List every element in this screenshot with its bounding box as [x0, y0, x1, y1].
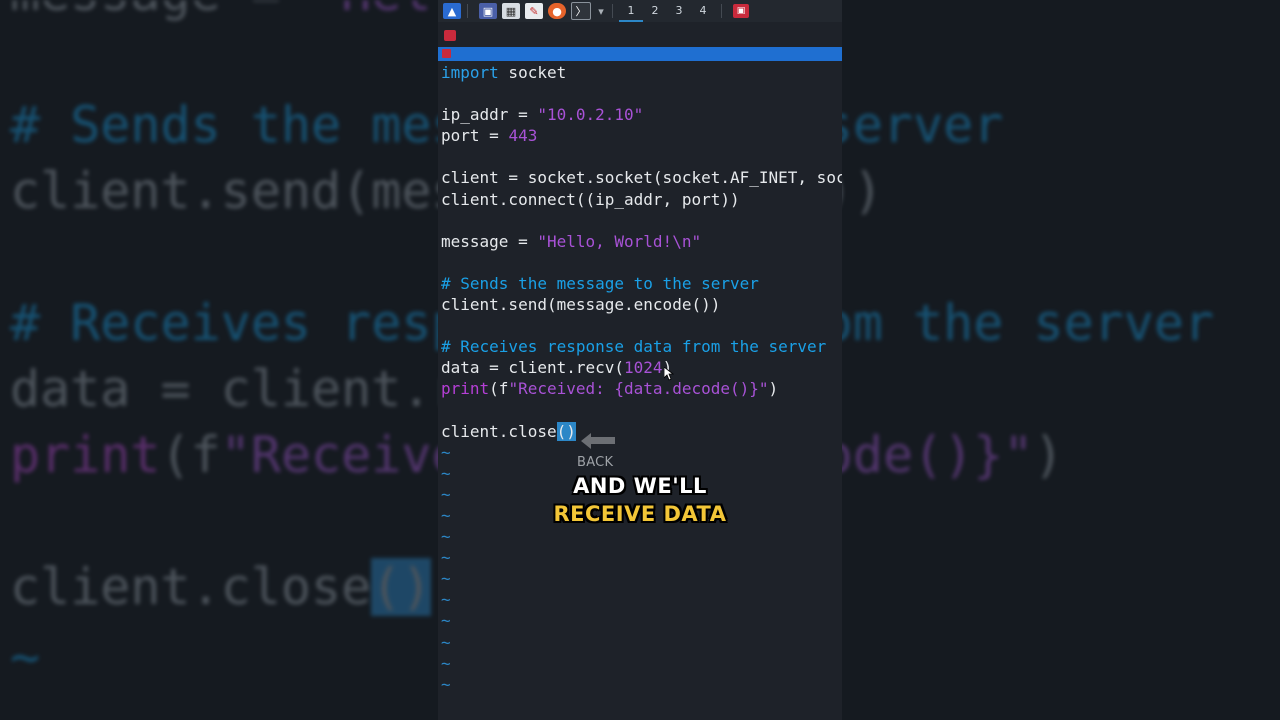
background-code-token: (f [160, 426, 221, 484]
terminal-window-icon[interactable] [444, 30, 456, 41]
code-line[interactable]: print(f"Received: {data.decode()}") [441, 378, 842, 399]
taskbar-separator [612, 4, 613, 18]
background-code-token: print [10, 426, 161, 484]
code-line[interactable]: # Sends the message to the server [441, 273, 842, 294]
workspace-4[interactable]: 4 [691, 0, 715, 22]
taskbar-separator [721, 4, 722, 18]
code-line[interactable]: message = "Hello, World!\n" [441, 231, 842, 252]
code-token: ~ [441, 590, 451, 610]
taskbar: ▲ ▣ ▦ ✎ ● 〉 ▾ 1 2 3 4 ▣ [438, 0, 842, 22]
code-line[interactable]: ip_addr = "10.0.2.10" [441, 104, 842, 125]
code-token: client.send(message.encode()) [441, 295, 721, 315]
empty-buffer-line[interactable]: ~ [441, 547, 842, 568]
empty-buffer-line[interactable]: ~ [441, 632, 842, 653]
code-token: socket [498, 63, 567, 82]
code-line[interactable]: client.send(message.encode()) [441, 294, 842, 315]
window-titlebar[interactable] [438, 47, 842, 61]
code-line[interactable]: # Receives response data from the server [441, 336, 842, 357]
back-arrow-shaft [589, 437, 615, 444]
empty-buffer-line[interactable]: ~ [441, 653, 842, 674]
code-token: port = [441, 126, 509, 146]
empty-buffer-line[interactable]: ~ [441, 568, 842, 589]
code-line[interactable] [441, 252, 842, 273]
terminal-icon[interactable]: 〉 [571, 2, 591, 20]
kali-menu-icon[interactable]: ▲ [443, 3, 461, 19]
terminal-task-icon[interactable]: ▣ [733, 4, 749, 18]
empty-buffer-line[interactable]: ~ [441, 526, 842, 547]
empty-buffer-line[interactable]: ~ [441, 674, 842, 695]
background-code-token: message = " [10, 0, 341, 22]
code-token: client = socket.socket(socket.AF_INET, s… [441, 168, 842, 188]
background-code-token: ~ [10, 628, 41, 686]
workspace-2[interactable]: 2 [643, 0, 667, 22]
code-token: client.close [441, 421, 557, 441]
code-token: ~ [441, 653, 451, 673]
code-token: # Sends the message to the server [441, 273, 759, 293]
code-token: ~ [441, 632, 451, 652]
background-code-token: client.close [10, 558, 372, 616]
code-token: ~ [441, 674, 451, 694]
vim-editor-buffer[interactable]: import socket ip_addr = "10.0.2.10" port =… [441, 62, 842, 695]
code-token: ~ [441, 442, 451, 462]
code-line[interactable] [441, 146, 842, 167]
code-token: "Received: {data.decode()}" [508, 379, 769, 399]
code-token: # Receives response data from the server [441, 337, 827, 357]
back-hint: BACK [571, 431, 623, 471]
code-line[interactable]: client.connect((ip_addr, port)) [441, 189, 842, 210]
terminal-window: ▲ ▣ ▦ ✎ ● 〉 ▾ 1 2 3 4 ▣ import socket ip_… [438, 0, 842, 720]
code-token: "10.0.2.10" [537, 105, 644, 125]
window-header [438, 28, 842, 46]
code-token: import [441, 63, 499, 82]
titlebar-icon [442, 49, 451, 58]
code-token: ) [768, 379, 779, 399]
code-token: ~ [441, 548, 451, 568]
empty-buffer-line[interactable]: ~ [441, 442, 842, 463]
chevron-down-icon[interactable]: ▾ [596, 3, 606, 19]
code-line[interactable]: port = 443 [441, 125, 842, 146]
workspace-1[interactable]: 1 [619, 0, 643, 22]
code-token: client.connect((ip_addr, port)) [441, 189, 740, 209]
code-line[interactable]: client = socket.socket(socket.AF_INET, s… [441, 167, 842, 188]
caption-line-2: RECEIVE DATA [553, 502, 727, 526]
empty-buffer-line[interactable]: ~ [441, 610, 842, 631]
code-line[interactable]: client.close() [441, 421, 842, 442]
code-token: data = client.recv( [441, 358, 625, 378]
empty-buffer-line[interactable]: ~ [441, 589, 842, 610]
firefox-icon[interactable]: ● [548, 3, 566, 19]
file-manager-icon[interactable]: ▦ [502, 3, 520, 19]
code-token: (f [489, 379, 509, 399]
code-token: message = [441, 231, 538, 251]
code-line[interactable] [441, 400, 842, 421]
code-token: 443 [508, 126, 538, 146]
background-code-line: ~ [10, 624, 40, 690]
code-line[interactable]: import socket [441, 62, 842, 83]
background-code-token: ) [1033, 426, 1064, 484]
code-token: ~ [441, 611, 451, 631]
code-token: ip_addr = [441, 105, 538, 125]
code-token: 1024 [624, 358, 663, 378]
code-line[interactable]: data = client.recv(1024) [441, 357, 842, 378]
workspace-3[interactable]: 3 [667, 0, 691, 22]
code-line[interactable] [441, 315, 842, 336]
background-code-line: client.close() [10, 554, 432, 620]
back-label: BACK [577, 455, 614, 470]
code-line[interactable] [441, 83, 842, 104]
mouse-pointer-icon [664, 367, 674, 381]
background-code-token: () [371, 558, 432, 616]
code-token: print [441, 379, 490, 399]
taskbar-separator [467, 4, 468, 18]
code-token: ~ [441, 569, 451, 589]
code-token: "Hello, World!\n" [537, 231, 702, 251]
caption-line-1: AND WE'LL [573, 474, 707, 498]
text-editor-icon[interactable]: ✎ [525, 3, 543, 19]
code-token: ~ [441, 527, 451, 547]
desktop-icon[interactable]: ▣ [479, 3, 497, 19]
code-line[interactable] [441, 210, 842, 231]
